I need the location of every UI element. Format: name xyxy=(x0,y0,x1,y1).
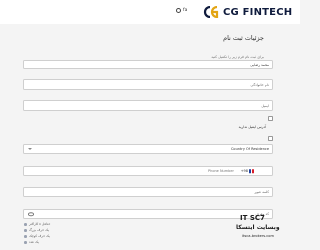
country-value: Country Of Residence xyxy=(230,147,269,151)
password-hint: یک حرف بزرگ xyxy=(29,228,49,232)
no-email-label: آدرس ایمیل ندارید xyxy=(238,125,266,129)
first-name-value: محمد رضایی xyxy=(250,62,269,67)
hint-bullet-icon xyxy=(24,235,27,238)
language-selector[interactable]: fa xyxy=(176,8,187,13)
eye-icon[interactable] xyxy=(28,212,34,216)
password-hint: یک عدد xyxy=(29,240,39,244)
no-email-checkbox[interactable] xyxy=(268,116,273,121)
globe-icon xyxy=(176,8,181,13)
language-label: fa xyxy=(183,8,188,13)
hint-bullet-icon xyxy=(24,241,27,244)
watermark-title: وبسایت ایتسکا xyxy=(236,224,280,231)
page-title: جزئیات ثبت نام xyxy=(223,34,264,42)
password-hint: یک حرف کوچک xyxy=(29,234,50,238)
cg-logo-icon xyxy=(203,6,219,18)
password-hint: حداقل ۸ کاراکتر xyxy=(29,222,51,226)
hint-bullet-icon xyxy=(24,223,27,226)
phone-placeholder: Phone Number xyxy=(207,169,234,173)
password-field[interactable]: کلمه عبور xyxy=(23,187,273,197)
terms-checkbox[interactable] xyxy=(268,136,273,141)
country-select[interactable]: Country Of Residence xyxy=(23,144,273,154)
email-placeholder: ایمیل xyxy=(261,103,269,108)
last-name-field[interactable]: نام خانوادگی xyxy=(23,79,273,90)
first-name-field[interactable]: محمد رضایی xyxy=(23,60,273,69)
email-field[interactable]: ایمیل xyxy=(23,100,273,111)
top-header: fa CG FINTECH xyxy=(0,0,300,24)
phone-field[interactable]: +98 Phone Number xyxy=(23,166,273,176)
last-name-placeholder: نام خانوادگی xyxy=(250,82,269,87)
phone-prefix: +98 xyxy=(240,169,248,173)
iran-flag-icon[interactable] xyxy=(249,169,255,173)
watermark-logo: IT SC7 xyxy=(240,214,265,222)
logo-text: CG FINTECH xyxy=(223,6,293,18)
password-placeholder: کلمه عبور xyxy=(254,190,269,194)
chevron-down-icon xyxy=(28,148,32,150)
watermark-url: itsca-brokers.com xyxy=(242,234,274,238)
watermark: IT SC7 وبسایت ایتسکا itsca-brokers.com xyxy=(236,214,296,248)
form-subtitle: برای ثبت نام فرم زیر را تکمیل کنید xyxy=(211,55,264,59)
hint-bullet-icon xyxy=(24,229,27,232)
brand-logo[interactable]: CG FINTECH xyxy=(203,5,292,19)
